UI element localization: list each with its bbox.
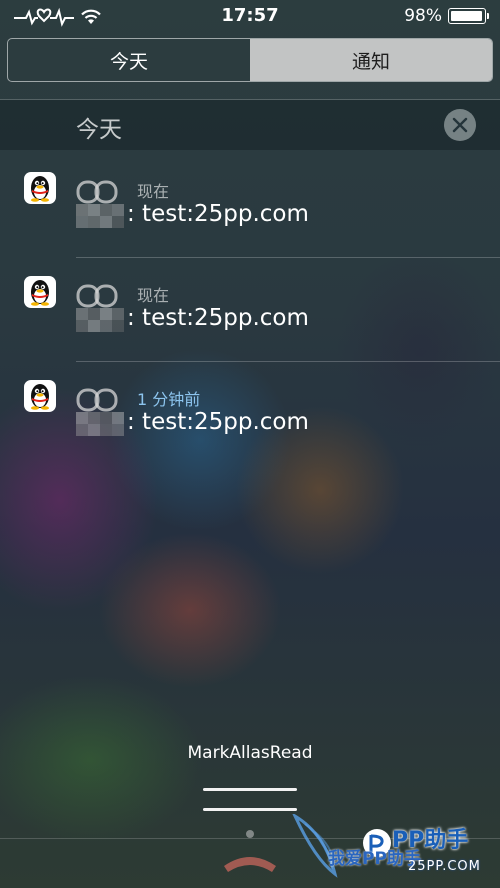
pull-up-grabber-icon[interactable]	[220, 828, 280, 878]
notification-message: : test:25pp.com	[127, 201, 309, 227]
notification-item[interactable]: 1 分钟前 : test:25pp.com	[0, 362, 500, 465]
segmented-control: 今天 通知	[7, 38, 493, 82]
handle-line	[203, 808, 297, 811]
tab-today[interactable]: 今天	[8, 39, 250, 81]
qq-penguin-icon	[24, 276, 56, 308]
close-icon	[452, 117, 468, 133]
qq-penguin-icon	[24, 380, 56, 412]
status-bar: 17:57 98%	[0, 0, 500, 32]
clear-button[interactable]	[444, 109, 476, 141]
watermark-logo: PP助手 我爱PP助手 25PP.COM	[290, 812, 500, 888]
qq-penguin-icon	[24, 172, 56, 204]
battery-fill	[451, 11, 483, 21]
status-bar-right: 98%	[404, 6, 489, 26]
handle-line	[203, 788, 297, 791]
section-header: 今天	[0, 100, 500, 150]
sender-avatar	[76, 170, 126, 234]
watermark-slogan: 我爱PP助手	[328, 849, 421, 869]
notification-message: : test:25pp.com	[127, 409, 309, 435]
sender-avatar	[76, 274, 126, 338]
notification-time: 1 分钟前	[137, 390, 201, 409]
notification-time: 现在	[137, 182, 170, 201]
notification-message: : test:25pp.com	[127, 305, 309, 331]
notification-item[interactable]: 现在 : test:25pp.com	[0, 154, 500, 257]
battery-icon	[448, 8, 489, 24]
sender-avatar	[76, 378, 126, 442]
drag-handle-icon[interactable]	[203, 788, 297, 828]
notification-item[interactable]: 现在 : test:25pp.com	[0, 258, 500, 361]
notification-time: 现在	[137, 286, 170, 305]
battery-percent: 98%	[404, 6, 442, 26]
tab-notifications[interactable]: 通知	[250, 39, 492, 81]
mark-all-read-button[interactable]: MarkAllasRead	[0, 743, 500, 763]
section-title: 今天	[76, 117, 122, 143]
watermark-url: 25PP.COM	[408, 859, 481, 874]
